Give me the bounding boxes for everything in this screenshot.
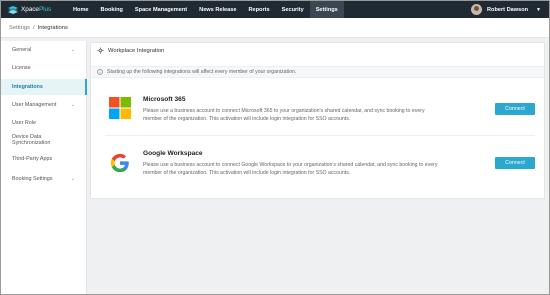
integration-description: Please use a business account to connect… bbox=[143, 108, 425, 122]
settings-sidebar: General ⌄ License Integrations User Mana… bbox=[1, 41, 87, 294]
nav-news-release[interactable]: News Release bbox=[193, 1, 242, 18]
sidebar-item-label: License bbox=[12, 64, 31, 71]
sidebar-item-booking-settings[interactable]: Booking Settings ⌄ bbox=[1, 173, 87, 184]
breadcrumb-settings[interactable]: Settings bbox=[9, 25, 30, 31]
info-icon bbox=[97, 69, 103, 75]
user-menu[interactable]: Robert Dawson ▼ bbox=[471, 1, 541, 18]
page-title: Workplace Integration bbox=[108, 47, 165, 54]
breadcrumb-current: Integrations bbox=[37, 24, 68, 31]
divider bbox=[105, 135, 535, 136]
microsoft-logo-icon bbox=[109, 97, 131, 119]
app-logo[interactable]: XpacePlus bbox=[8, 5, 67, 14]
nav-security[interactable]: Security bbox=[276, 1, 310, 18]
integration-icon bbox=[97, 47, 104, 54]
sidebar-item-device-data-sync[interactable]: Device Data Synchronization bbox=[1, 131, 87, 149]
nav-settings[interactable]: Settings bbox=[309, 1, 344, 18]
logo-mark-icon bbox=[8, 5, 18, 14]
sidebar-item-label: General bbox=[12, 46, 32, 53]
sidebar-item-license[interactable]: License bbox=[1, 62, 87, 73]
user-name: Robert Dawson bbox=[487, 6, 529, 13]
chevron-down-icon: ⌄ bbox=[70, 46, 75, 53]
google-logo-icon bbox=[110, 153, 129, 173]
sidebar-item-third-party-apps[interactable]: Third-Party Apps bbox=[1, 153, 87, 164]
connect-microsoft-365-button[interactable]: Connect bbox=[495, 103, 535, 115]
sidebar-item-user-management[interactable]: User Management ⌄ bbox=[1, 99, 87, 110]
app-window: XpacePlus Home Booking Space Management … bbox=[0, 0, 550, 295]
sidebar-item-user-role[interactable]: User Role bbox=[1, 117, 87, 128]
notice-banner: Starting up the following integrations w… bbox=[91, 66, 544, 78]
logo-text: XpacePlus bbox=[21, 6, 52, 13]
chevron-down-icon: ▼ bbox=[536, 6, 541, 13]
sidebar-item-general[interactable]: General ⌄ bbox=[1, 44, 87, 55]
nav-space-management[interactable]: Space Management bbox=[129, 1, 193, 18]
chevron-down-icon: ⌄ bbox=[70, 101, 75, 108]
nav-reports[interactable]: Reports bbox=[242, 1, 275, 18]
sidebar-item-label: Third-Party Apps bbox=[12, 155, 53, 162]
sidebar-item-label: Integrations bbox=[12, 84, 43, 90]
card-title: Workplace Integration bbox=[97, 47, 164, 54]
integration-name: Google Workspace bbox=[143, 150, 203, 157]
integration-description: Please use a business account to connect… bbox=[143, 162, 438, 176]
top-nav-bar: XpacePlus Home Booking Space Management … bbox=[1, 1, 549, 18]
notice-text: Starting up the following integrations w… bbox=[107, 69, 297, 75]
sidebar-item-label: Booking Settings bbox=[12, 175, 53, 182]
sidebar-item-label: User Role bbox=[12, 119, 36, 126]
connect-google-workspace-button[interactable]: Connect bbox=[495, 157, 535, 169]
sidebar-item-label: Device Data Synchronization bbox=[12, 133, 51, 147]
breadcrumb-separator: / bbox=[32, 24, 35, 31]
sidebar-item-integrations[interactable]: Integrations bbox=[1, 79, 87, 95]
chevron-down-icon: ⌄ bbox=[70, 175, 75, 182]
integration-name: Microsoft 365 bbox=[143, 96, 186, 103]
avatar bbox=[471, 4, 483, 15]
nav-home[interactable]: Home bbox=[67, 1, 95, 18]
breadcrumb: Settings / Integrations bbox=[1, 18, 549, 38]
sidebar-item-label: User Management bbox=[12, 101, 57, 108]
nav-booking[interactable]: Booking bbox=[95, 1, 129, 18]
workplace-integration-card: Workplace Integration Starting up the fo… bbox=[90, 42, 545, 199]
